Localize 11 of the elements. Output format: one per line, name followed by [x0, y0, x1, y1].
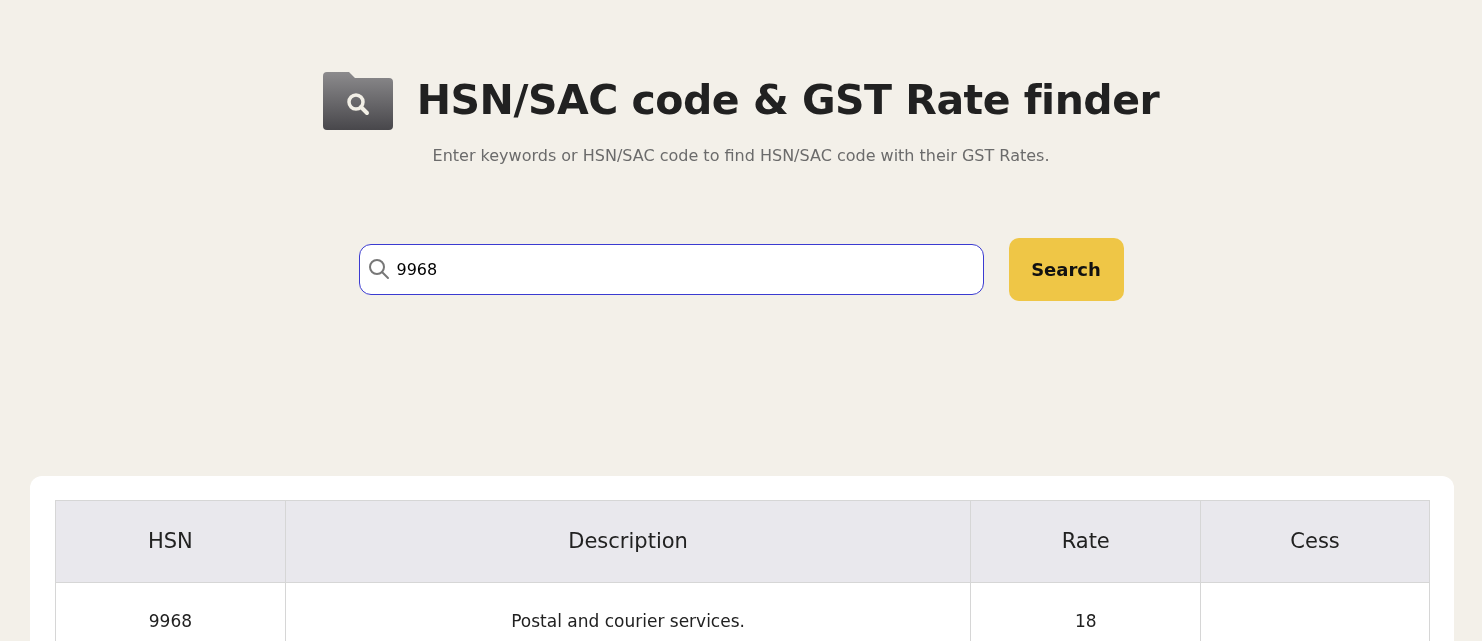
page-title: HSN/SAC code & GST Rate finder — [416, 76, 1160, 126]
page-subtitle: Enter keywords or HSN/SAC code to find HSN/SAC code with their GST Rates. — [431, 145, 1051, 167]
search-field[interactable]: 9968 — [358, 244, 984, 295]
column-header: Rate — [970, 500, 1201, 583]
column-header: Cess — [1200, 500, 1430, 583]
search-icon — [367, 258, 390, 280]
column-header: HSN — [55, 500, 286, 583]
table-cell: 9968 — [55, 582, 286, 641]
folder-search-icon — [322, 72, 393, 130]
search-button[interactable]: Search — [1008, 238, 1124, 301]
column-header: Description — [285, 500, 971, 583]
